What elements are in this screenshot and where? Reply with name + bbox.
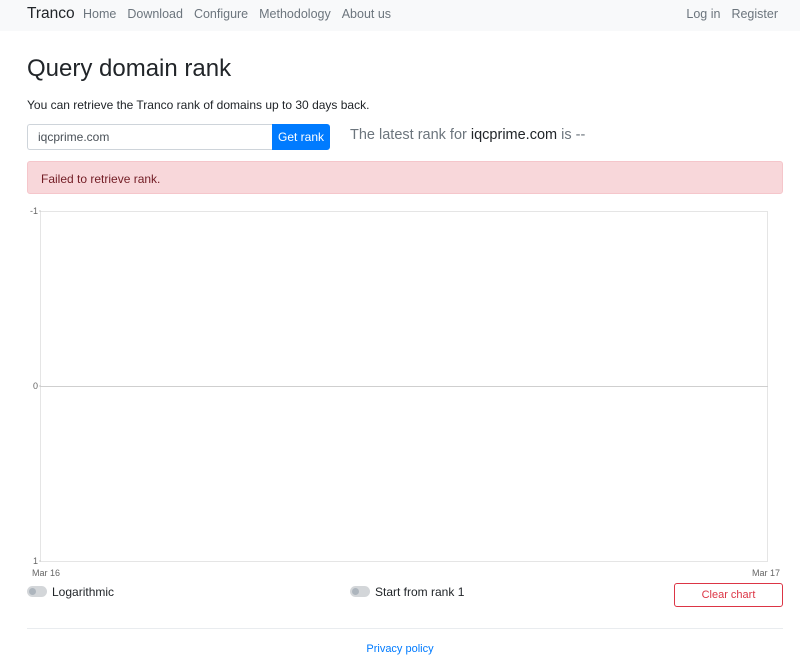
footer-divider [27, 628, 783, 629]
latest-rank-middle: is [557, 127, 576, 143]
nav-home-link[interactable]: Home [83, 7, 116, 21]
rank-chart: -1 0 1 Mar 16 Mar 17 [30, 206, 780, 578]
logarithmic-toggle[interactable] [27, 586, 47, 597]
chart-y-tick-label: 0 [33, 381, 38, 391]
navbar: Tranco Home Download Configure Methodolo… [0, 0, 800, 31]
chart-x-tick-label: Mar 16 [32, 568, 60, 578]
nav-about-link[interactable]: About us [342, 7, 391, 21]
nav-account-links: Log in Register [686, 7, 778, 21]
page-title: Query domain rank [27, 55, 232, 82]
nav-configure-link[interactable]: Configure [194, 7, 248, 21]
brand-link[interactable]: Tranco [27, 5, 75, 23]
latest-rank-text: The latest rank for iqcprime.com is -- [350, 127, 585, 143]
logarithmic-label: Logarithmic [52, 585, 115, 599]
get-rank-button[interactable]: Get rank [272, 124, 330, 150]
chart-y-tick-label: -1 [30, 206, 38, 216]
nav-download-link[interactable]: Download [127, 7, 183, 21]
latest-rank-prefix: The latest rank for [350, 127, 471, 143]
clear-chart-button[interactable]: Clear chart [674, 583, 783, 607]
nav-methodology-link[interactable]: Methodology [259, 7, 331, 21]
chart-y-tick-label: 1 [33, 556, 38, 566]
domain-input[interactable] [27, 124, 273, 150]
page-subtitle: You can retrieve the Tranco rank of doma… [27, 98, 370, 112]
latest-rank-domain: iqcprime.com [470, 127, 558, 143]
nav-links: Home Download Configure Methodology Abou… [83, 7, 391, 21]
start-from-rank-toggle[interactable] [350, 586, 370, 597]
latest-rank-value: -- [575, 127, 586, 143]
start-from-rank-label: Start from rank 1 [375, 585, 465, 599]
error-alert: Failed to retrieve rank. [27, 161, 783, 194]
login-link[interactable]: Log in [686, 7, 720, 21]
chart-x-tick-label: Mar 17 [752, 568, 780, 578]
chart-y-ticks: -1 0 1 [30, 206, 41, 566]
error-alert-message: Failed to retrieve rank. [41, 172, 161, 186]
chart-x-ticks: Mar 16 Mar 17 [32, 568, 780, 578]
register-link[interactable]: Register [731, 7, 778, 21]
privacy-policy-link[interactable]: Privacy policy [0, 643, 800, 655]
